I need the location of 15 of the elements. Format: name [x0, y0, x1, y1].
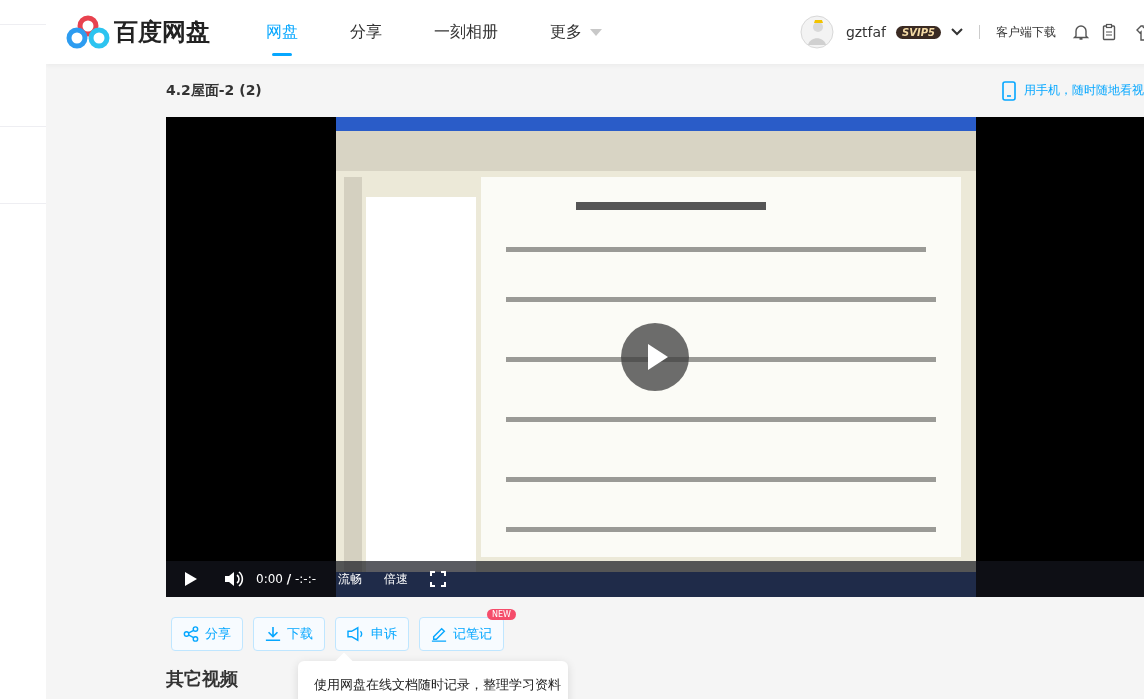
video-title: 4.2屋面-2 (2) — [166, 81, 262, 100]
logo-text: 百度网盘 — [114, 17, 210, 48]
time-text: 0:00 / -:-:- — [256, 572, 317, 586]
nav-tab[interactable]: 分享 — [350, 0, 382, 64]
tooltip-text: 使用网盘在线文档随时记录，整理学习资料 — [314, 677, 561, 693]
quality-button[interactable]: 流畅 — [338, 570, 363, 588]
vip-badge: SVIP5 — [896, 25, 941, 39]
section-heading: 其它视频 — [166, 668, 238, 689]
video-player[interactable]: 0:00 / -:-:- 流畅 倍速 — [166, 117, 1144, 597]
username[interactable]: gztfaf — [845, 24, 887, 40]
speed-button[interactable]: 倍速 — [384, 570, 409, 588]
client-download-link[interactable]: 客户端下载 — [996, 23, 1056, 41]
new-badge: NEW — [487, 609, 516, 620]
nav-tab[interactable]: 一刻相册 — [434, 0, 498, 64]
nav-tab[interactable]: 更多 — [550, 0, 602, 64]
